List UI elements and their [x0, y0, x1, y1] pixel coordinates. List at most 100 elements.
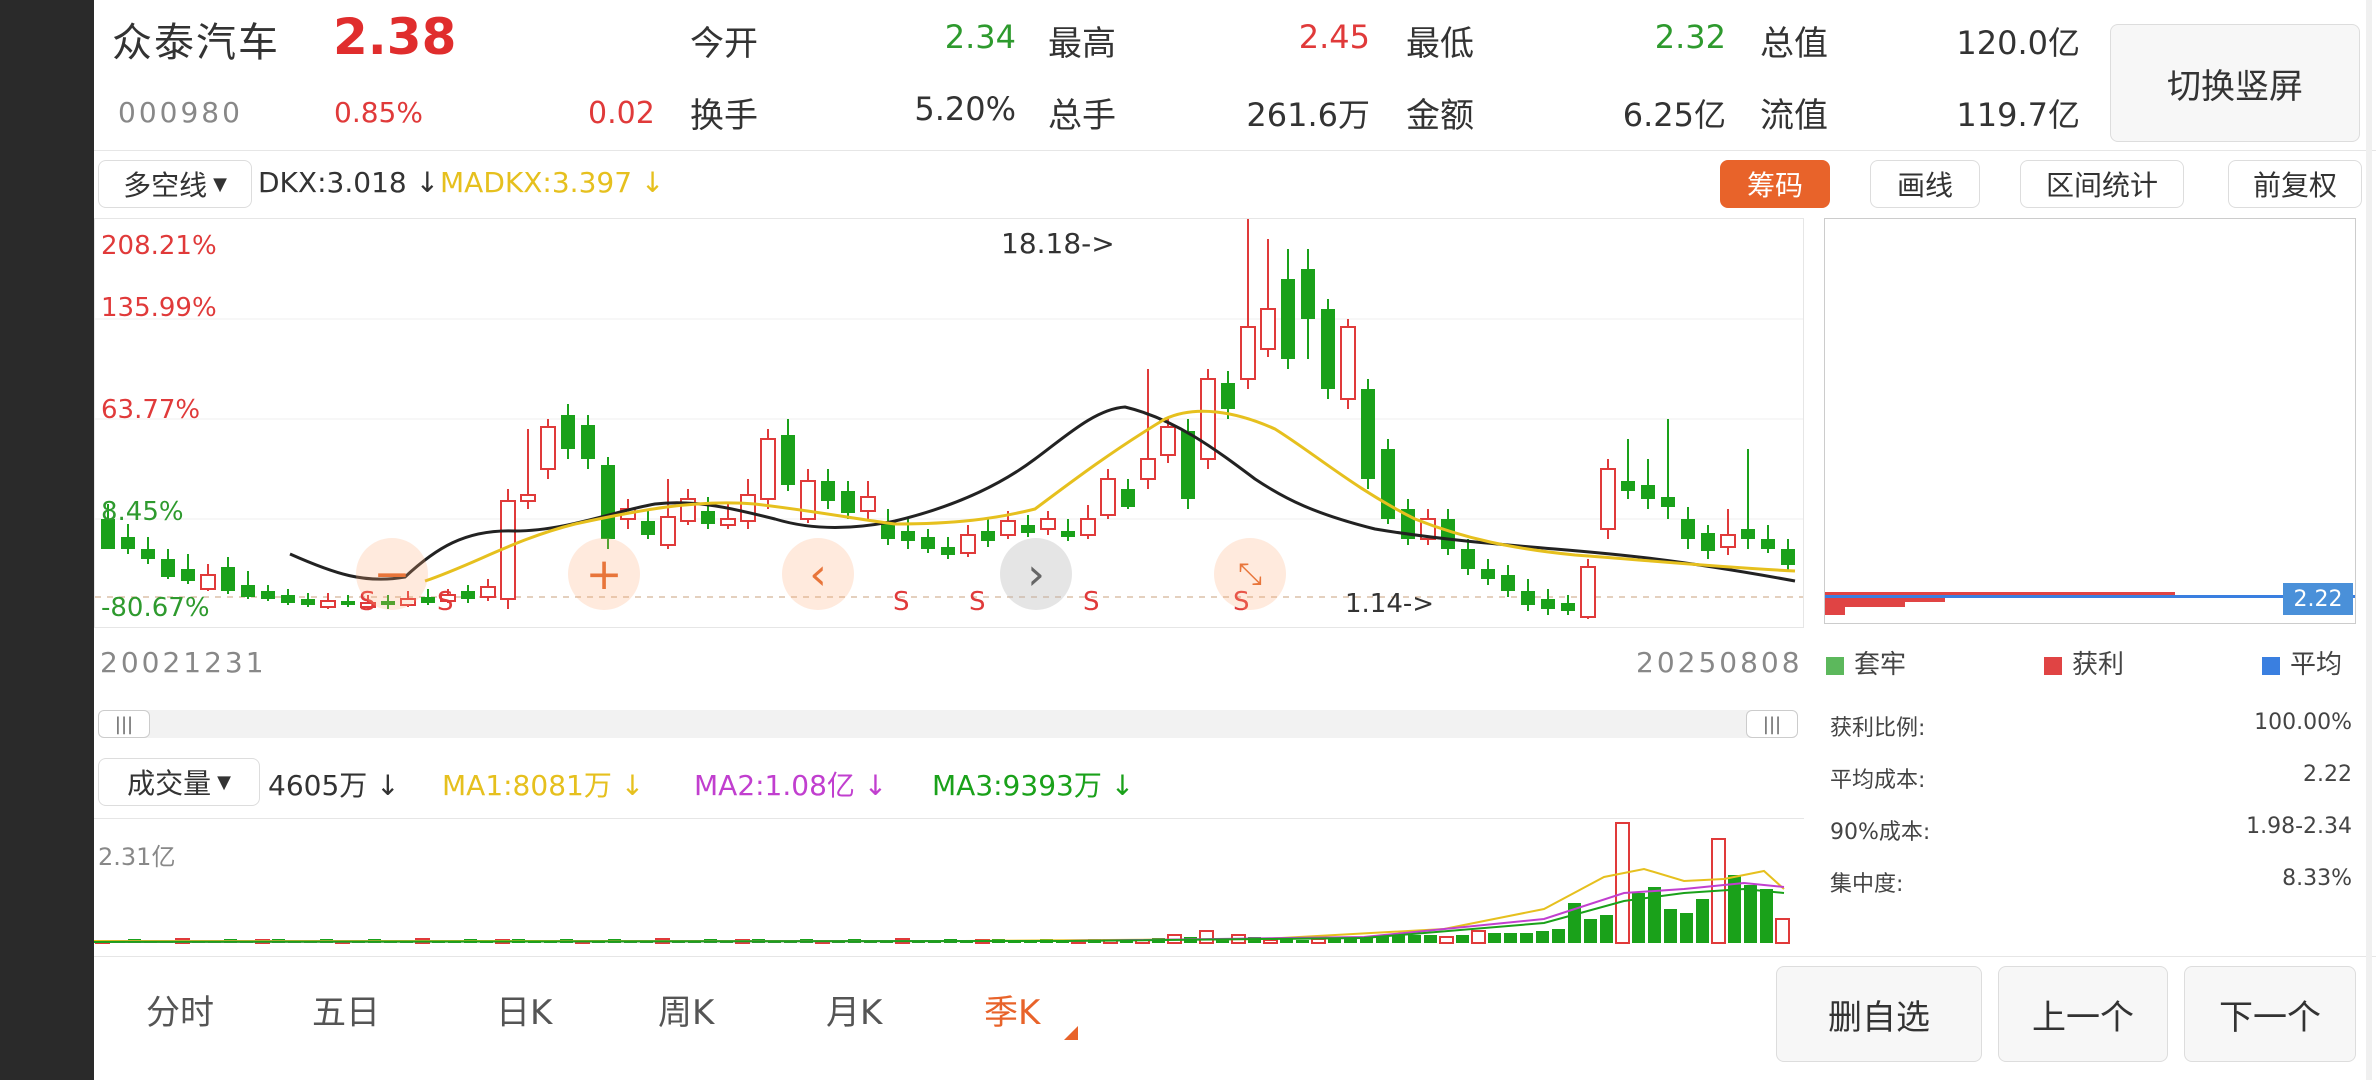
candle-body — [701, 511, 715, 524]
zoom-out-icon[interactable]: − — [356, 538, 428, 610]
volume-bar — [1760, 889, 1773, 943]
header-divider — [94, 150, 2376, 151]
chip-distribution-chart[interactable]: 2.22 — [1824, 218, 2356, 624]
chevron-down-icon: ▼ — [213, 173, 227, 195]
candle-body — [1481, 569, 1495, 579]
candle-body — [860, 496, 876, 512]
legend-swatch-red — [2044, 656, 2062, 675]
dkx-value: DKX:3.018 ↓ — [258, 166, 440, 199]
tab-five-day[interactable]: 五日 — [312, 985, 380, 1034]
next-stock-button[interactable]: 下一个 — [2184, 966, 2356, 1062]
adjust-button[interactable]: 前复权 — [2228, 160, 2362, 208]
candle-body — [1281, 279, 1295, 359]
range-handle-right[interactable]: ||| — [1746, 710, 1798, 738]
candle-body — [781, 435, 795, 485]
candle-body — [241, 585, 255, 597]
chip-svg — [1825, 592, 2355, 615]
concentration-label: 集中度: — [1830, 872, 1904, 897]
candle-body — [1361, 389, 1375, 479]
volume-bar — [1456, 935, 1469, 943]
candle-body — [181, 569, 195, 581]
tab-weekly-k[interactable]: 周K — [658, 985, 714, 1034]
volume-y-label: 2.31亿 — [98, 843, 176, 871]
candle-body — [421, 597, 435, 603]
sell-signal: S — [969, 587, 986, 617]
candle-body — [1541, 599, 1555, 609]
chips-button[interactable]: 筹码 — [1720, 160, 1830, 208]
range-stats-button[interactable]: 区间统计 — [2020, 160, 2184, 208]
candle-body — [1140, 458, 1156, 480]
volume-svg — [94, 822, 1790, 944]
volume-indicator-selector[interactable]: 成交量 ▼ — [98, 758, 260, 806]
legend-avg: 平均 — [2262, 644, 2342, 681]
candle-body — [320, 600, 336, 608]
candle-body — [660, 516, 676, 546]
legend-profit-label: 获利 — [2072, 650, 2125, 680]
volume-bar — [1520, 933, 1533, 943]
volume-bar — [1488, 933, 1501, 943]
legend-profit: 获利 — [2044, 644, 2124, 681]
candle-body — [561, 415, 575, 449]
tab-corner-indicator — [1064, 1026, 1078, 1040]
amount-label: 金额 — [1406, 96, 1474, 136]
collapse-icon[interactable]: ⤡ — [1214, 538, 1286, 610]
draw-line-button[interactable]: 画线 — [1870, 160, 1980, 208]
switch-portrait-button[interactable]: 切换竖屏 — [2110, 24, 2360, 142]
ma2-value: MA2:1.08亿 ↓ — [694, 769, 888, 802]
candle-body — [520, 494, 536, 502]
candle-body — [581, 425, 595, 459]
change-percent: 0.85% — [334, 96, 423, 129]
volume-bar — [1584, 919, 1597, 943]
tab-quarterly-k[interactable]: 季K — [984, 985, 1040, 1034]
candle-body — [1781, 549, 1795, 565]
indicator-selector-label: 多空线 — [123, 169, 208, 202]
indicator-selector[interactable]: 多空线 ▼ — [98, 160, 252, 208]
system-left-bar — [0, 0, 94, 1080]
chevron-down-icon: ▼ — [217, 771, 231, 793]
zoom-in-icon[interactable]: + — [568, 538, 640, 610]
sell-signal: S — [1083, 587, 1100, 617]
candle-body — [1501, 575, 1515, 591]
candle-body — [841, 491, 855, 513]
volume-bar — [1504, 933, 1517, 943]
stock-code: 000980 — [118, 96, 243, 129]
candle-body — [221, 567, 235, 591]
candle-body — [1340, 326, 1356, 400]
candle-body — [1301, 269, 1315, 319]
candle-body — [1221, 383, 1235, 409]
tab-monthly-k[interactable]: 月K — [826, 985, 882, 1034]
page-scrollbar[interactable] — [2366, 0, 2372, 1080]
legend-swatch-green — [1826, 656, 1844, 675]
amount-value: 6.25亿 — [1622, 96, 1726, 134]
candle-body — [200, 574, 216, 590]
low-value: 2.32 — [1654, 18, 1726, 56]
candle-body — [1040, 518, 1056, 530]
candle-body — [301, 599, 315, 605]
candle-body — [1160, 426, 1176, 456]
candle-body — [480, 586, 496, 598]
candle-body — [161, 559, 175, 577]
range-scrollbar[interactable]: ||| ||| — [98, 710, 1798, 738]
candle-body — [261, 591, 275, 599]
volume-value: 261.6万 — [1246, 96, 1370, 134]
delete-watchlist-button[interactable]: 删自选 — [1776, 966, 1982, 1062]
tab-intraday[interactable]: 分时 — [146, 985, 214, 1034]
chevron-left-icon[interactable]: ‹ — [782, 538, 854, 610]
y-label-1: 208.21% — [101, 231, 217, 261]
volume-chart[interactable]: 2.31亿 — [94, 818, 1804, 944]
ma3-value: MA3:9393万 ↓ — [932, 769, 1135, 802]
volume-bar — [1263, 939, 1278, 944]
volume-bar — [1615, 822, 1630, 944]
candle-body — [1701, 533, 1715, 551]
volume-bar — [1600, 915, 1613, 943]
chevron-right-icon[interactable]: › — [1000, 538, 1072, 610]
turnover-label: 换手 — [690, 96, 758, 136]
avg-cost-label: 平均成本: — [1830, 768, 1926, 793]
tab-daily-k[interactable]: 日K — [496, 985, 552, 1034]
range-handle-left[interactable]: ||| — [98, 710, 150, 738]
chart-start-date: 20021231 — [100, 646, 267, 679]
kline-chart[interactable]: 208.21% 135.99% 63.77% 8.45% -80.67% 18.… — [94, 218, 1804, 628]
prev-stock-button[interactable]: 上一个 — [1998, 966, 2168, 1062]
avg-cost-value: 2.22 — [2303, 762, 2352, 787]
concentration-value: 8.33% — [2282, 866, 2352, 891]
